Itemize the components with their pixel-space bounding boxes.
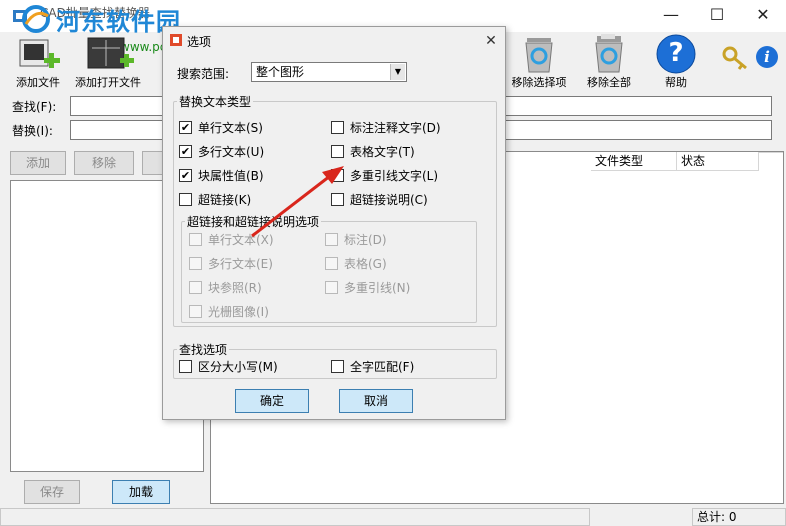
annotation-arrow <box>251 166 344 238</box>
